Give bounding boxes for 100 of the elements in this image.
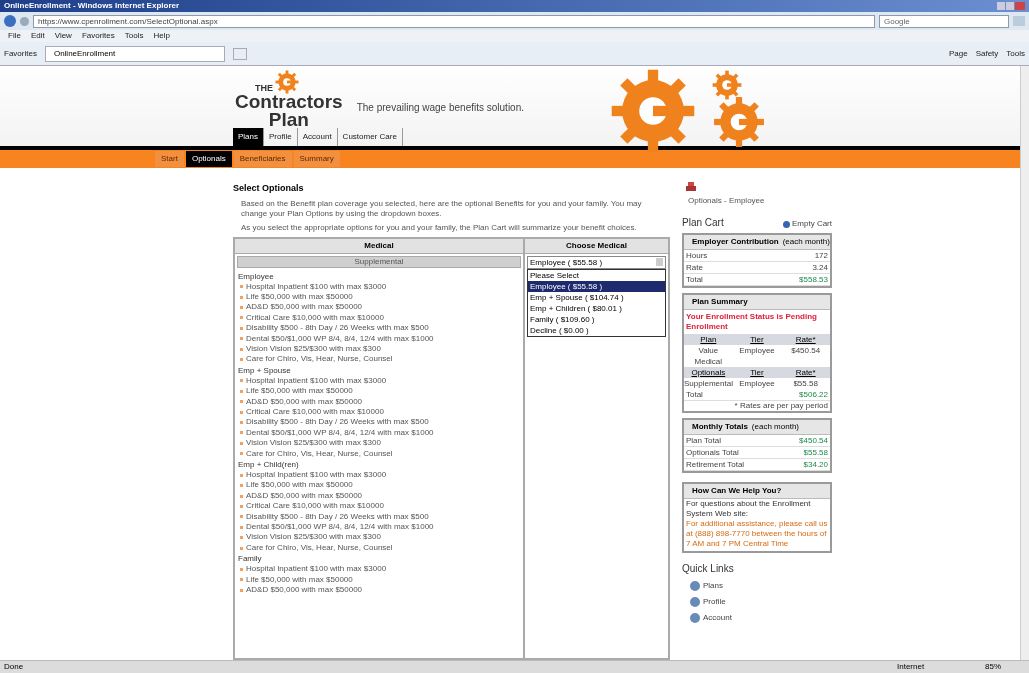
status-text: Done (4, 661, 24, 673)
sub-header: Supplemental (237, 255, 521, 268)
row-value: $558.53 (799, 274, 828, 285)
benefit-item: AD&D $50,000 with max $50000 (246, 396, 363, 407)
section-title: Select Optionals (233, 182, 305, 195)
step-tab[interactable]: Beneficiaries (233, 151, 292, 167)
maximize-button[interactable] (1006, 2, 1014, 10)
back-button[interactable] (4, 15, 16, 27)
plan-dropdown[interactable]: Employee ( $55.58 ) (527, 255, 666, 269)
row-label: Plan Total (686, 435, 721, 446)
address-field[interactable]: https://www.cpenrollment.com/SelectOptional.aspx (33, 14, 875, 28)
menu-item[interactable]: Favorites (81, 30, 115, 42)
group-title: Employee (238, 270, 275, 282)
printer-icon[interactable] (686, 182, 696, 192)
internet-zone: Internet (897, 661, 926, 673)
benefit-item: Life $50,000 with max $50000 (246, 480, 353, 491)
quick-links-title: Quick Links (682, 562, 735, 576)
bullet-icon (240, 494, 243, 498)
menu-item[interactable]: Tools (124, 30, 144, 42)
logo-text: THE (255, 84, 273, 93)
new-tab-button[interactable] (232, 47, 247, 60)
benefit-item: Life $50,000 with max $50000 (246, 291, 353, 303)
menu-item[interactable]: View (54, 30, 72, 42)
command-button[interactable]: Page (948, 47, 968, 60)
panel-title: Monthly Totals (692, 421, 748, 433)
bullet-icon (240, 431, 243, 435)
bullet-icon (240, 536, 243, 540)
column-heading: Optionals (690, 367, 727, 378)
favorites-button[interactable]: Favorites (4, 47, 37, 60)
panel-title: How Can We Help You? (692, 485, 782, 497)
gear-logo-icon (275, 70, 299, 94)
command-button[interactable]: Safety (975, 47, 999, 60)
quick-link[interactable]: Plans (703, 580, 723, 592)
row-label: Retirement Total (686, 459, 745, 470)
window-title: OnlineEnrollment - Windows Internet Explorer (4, 2, 180, 10)
benefit-item: Hospital Inpatient $100 with max $3000 (246, 470, 387, 481)
panel-note: (each month) (751, 421, 799, 433)
benefit-item: Critical Care $10,000 with max $10000 (246, 501, 384, 512)
bullet-icon (240, 379, 243, 383)
intro-paragraph: Based on the Benefit plan coverage you selected, here are the optional Benefits for you and your family. You may change your Plan Options by using the dropdown boxes. (240, 198, 643, 219)
dropdown-option[interactable]: Emp + Children ( $80.01 ) (528, 302, 665, 314)
bullet-icon (240, 326, 243, 330)
dropdown-option[interactable]: Emp + Spouse ( $104.74 ) (528, 291, 665, 303)
bullet-icon (240, 484, 243, 488)
step-tab[interactable]: Optionals (185, 151, 232, 167)
zoom-level[interactable]: 85% (985, 661, 1025, 673)
bullet-icon (240, 567, 243, 571)
menu-item[interactable]: Edit (30, 30, 45, 42)
benefit-item: Vision Vision $25/$300 with max $300 (246, 438, 381, 449)
table-cell-text: $450.54 (790, 345, 822, 357)
step-tab[interactable]: Start (155, 151, 184, 167)
benefit-item: AD&D $50,000 with max $50000 (246, 490, 363, 502)
step-tab[interactable]: Summary (293, 151, 340, 167)
logo-text: Plan (268, 111, 309, 129)
benefit-item: AD&D $50,000 with max $50000 (246, 302, 363, 313)
search-field[interactable]: Google (879, 14, 1009, 28)
table-cell-text: $55.58 (792, 378, 819, 389)
bullet-icon (240, 285, 243, 289)
footnote: * Rates are per pay period (733, 401, 829, 411)
bullet-icon (240, 525, 243, 529)
benefit-item: Care for Chiro, Vis, Hear, Nurse, Counsel (246, 448, 393, 459)
quick-link[interactable]: Profile (703, 596, 726, 608)
minimize-button[interactable] (997, 2, 1005, 10)
row-label: Optionals Total (686, 447, 739, 458)
dropdown-option[interactable]: Decline ( $0.00 ) (528, 324, 665, 336)
table-cell-text: Employee (738, 378, 776, 389)
benefit-item: Disability $500 - 8th Day / 26 Weeks with max $500 (246, 323, 429, 334)
quick-link[interactable]: Account (703, 612, 732, 624)
logo-text: Contractors (235, 93, 343, 111)
benefit-item: Hospital Inpatient $100 with max $3000 (246, 281, 387, 292)
benefit-item: Vision Vision $25/$300 with max $300 (246, 532, 381, 543)
bullet-icon (240, 441, 243, 445)
dropdown-option[interactable]: Family ( $109.60 ) (528, 313, 665, 325)
dropdown-option[interactable]: Please Select (528, 269, 665, 281)
browser-tab[interactable]: OnlineEnrollment (44, 45, 225, 62)
table-cell-text: Employee (738, 345, 776, 357)
row-label: Total (686, 274, 703, 285)
bullet-icon (240, 295, 243, 299)
row-value: 172 (814, 250, 828, 261)
row-value: 3.24 (812, 262, 828, 273)
breadcrumb: Optionals - Employee (688, 195, 766, 207)
empty-cart-link[interactable]: Empty Cart (792, 218, 832, 230)
menu-item[interactable]: File (8, 30, 21, 42)
forward-button[interactable] (20, 16, 29, 26)
bullet-icon (240, 421, 243, 425)
command-button[interactable]: Tools (1006, 47, 1025, 60)
bullet-icon (240, 588, 243, 592)
bullet-icon (240, 578, 243, 582)
bullet-icon (240, 358, 243, 362)
panel-title: Employer Contribution (692, 236, 779, 248)
bullet-icon (240, 316, 243, 320)
menu-item[interactable]: Help (153, 30, 170, 42)
bullet-icon (240, 410, 243, 414)
column-heading: Tier (749, 367, 765, 378)
nav-tab[interactable]: Plans (233, 128, 264, 146)
row-label: Rate (686, 262, 703, 273)
close-button[interactable] (1015, 2, 1025, 10)
dropdown-option[interactable]: Employee ( $55.58 ) (528, 280, 665, 292)
benefit-item: Hospital Inpatient $100 with max $3000 (246, 375, 387, 387)
benefit-item: Dental $50/$1,000 WP 8/4, 8/4, 12/4 with max $1000 (246, 427, 434, 439)
